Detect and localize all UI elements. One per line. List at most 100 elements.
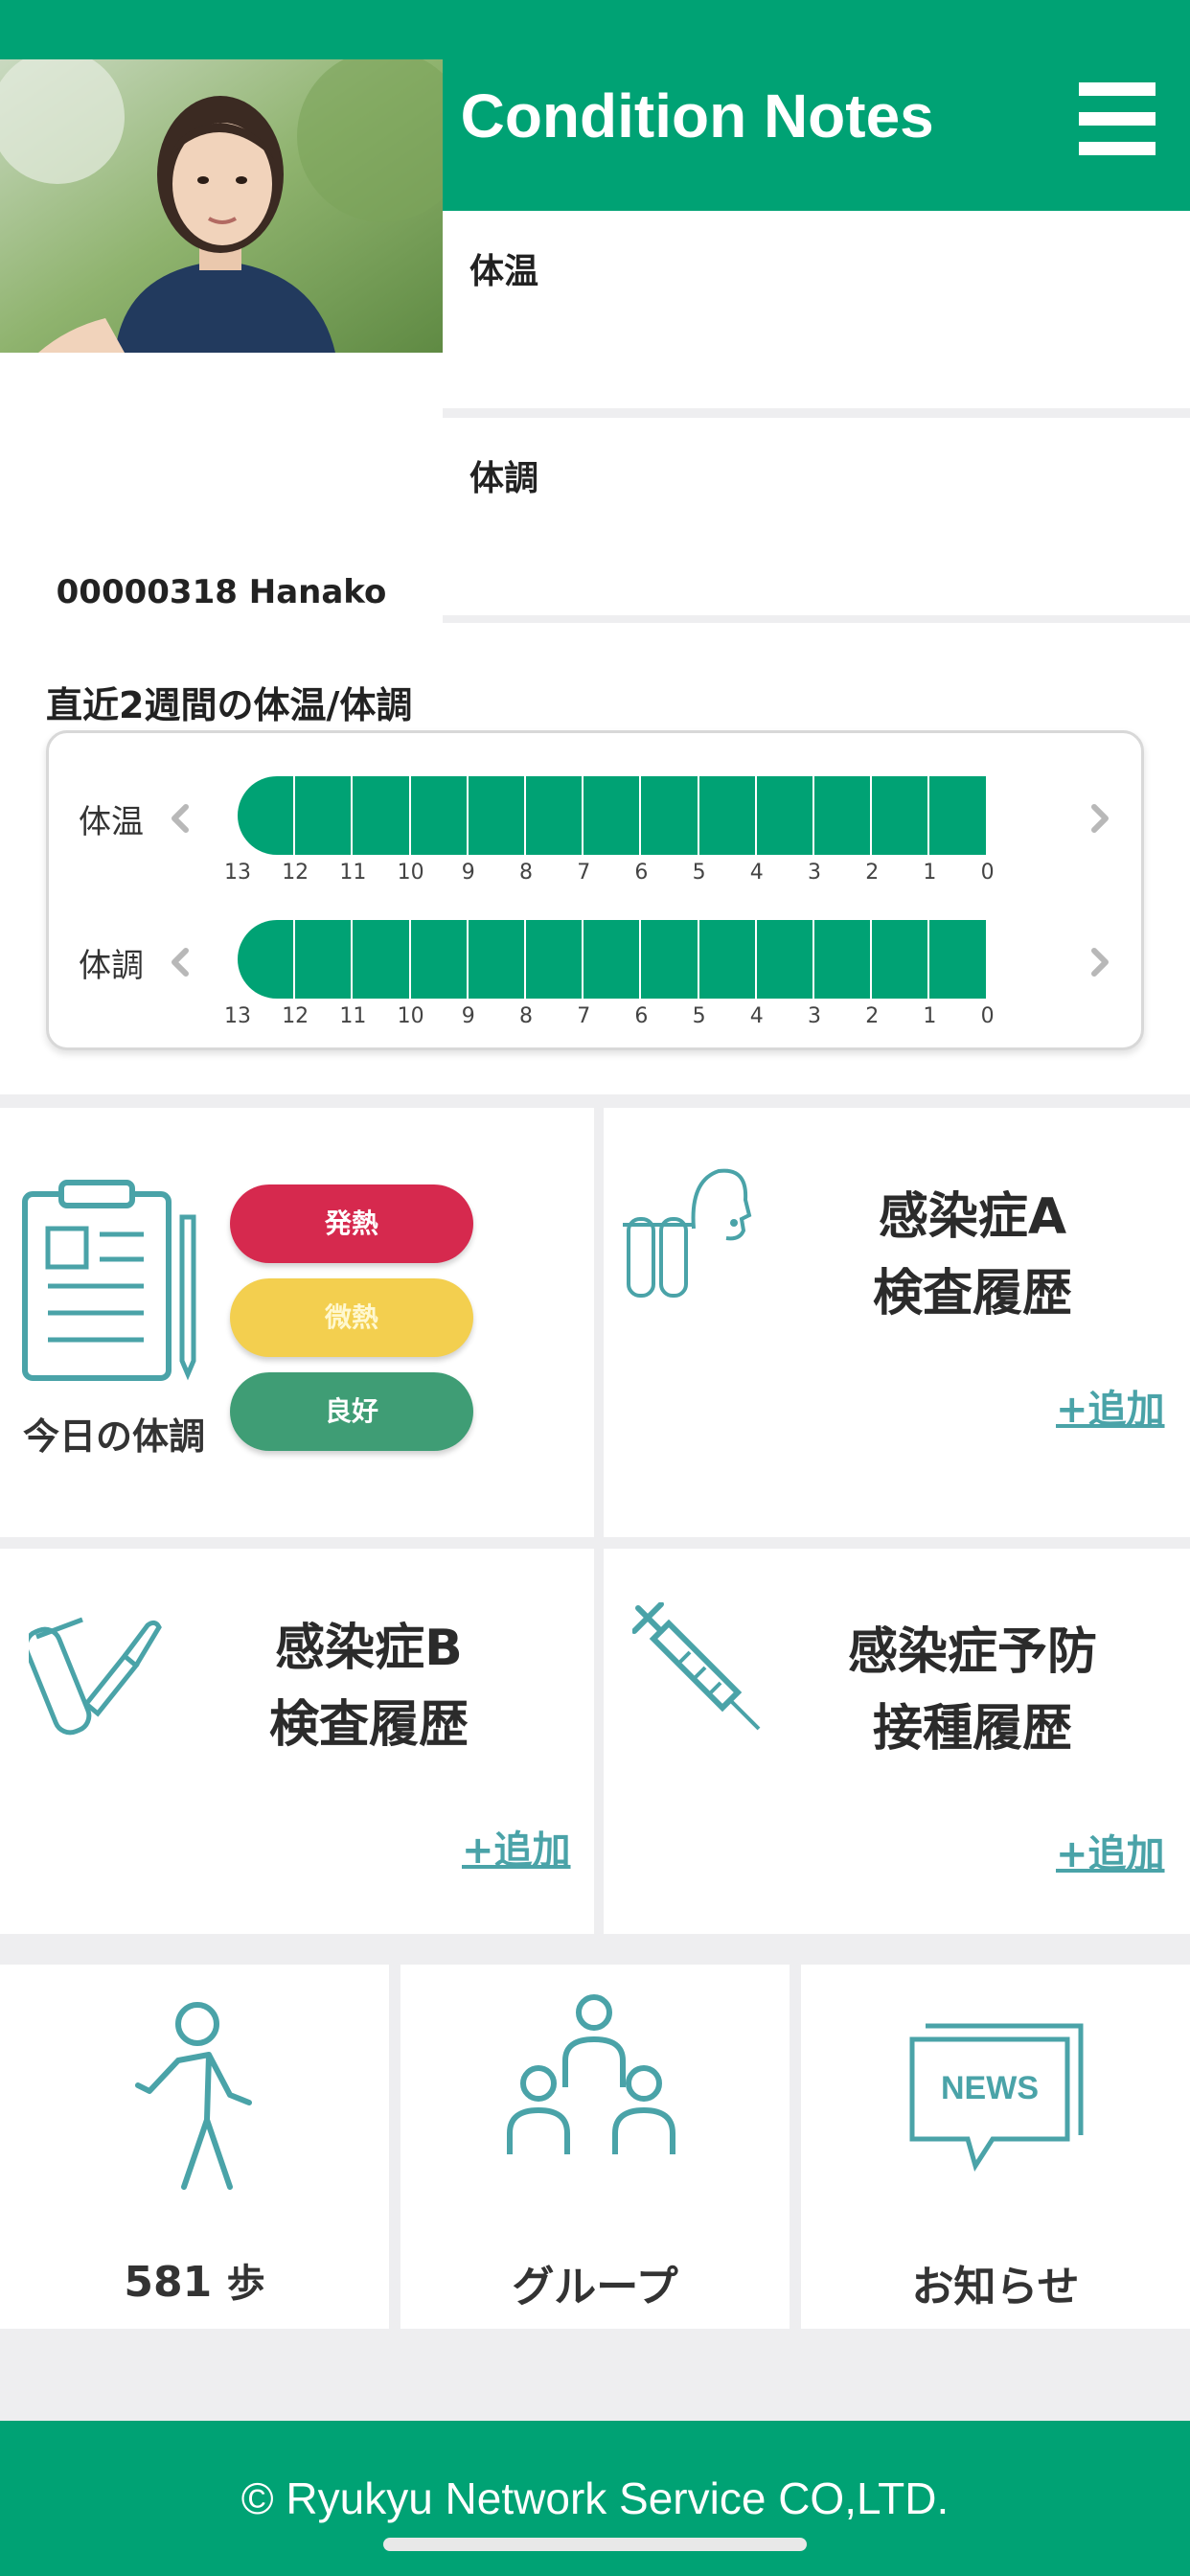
day-tick-label: 0 [980,861,995,885]
hamburger-menu-icon[interactable] [1079,82,1156,155]
day-bar-segment [872,776,928,855]
todays-condition-label: 今日の体調 [22,1415,205,1458]
day-tick-label: 5 [692,861,706,885]
day-bar-segment [468,920,524,999]
vaccination-title-line2: 接種履歴 [872,1700,1072,1758]
steps-count-label: 581 歩 [0,2252,389,2308]
day-tick-label: 3 [808,861,821,885]
day-tick-label: 7 [577,1004,591,1028]
good-option[interactable]: 良好 [230,1372,473,1451]
infection-b-add-link[interactable]: +追加 [462,1819,571,1874]
test-tube-face-icon [623,1162,757,1305]
day-bar-segment [584,776,640,855]
infection-a-title-line2: 検査履歴 [872,1265,1072,1322]
day-bar-segment [756,920,812,999]
summary-row-label-condition: 体調 [79,947,144,985]
walking-person-icon [130,1999,264,2200]
day-tick-label: 5 [692,1004,706,1028]
clipboard-icon [19,1179,201,1384]
day-tick-label: 6 [634,861,649,885]
infection-b-title-line2: 検査履歴 [268,1696,469,1754]
day-bar-segment [814,776,871,855]
day-tick-label: 9 [461,861,475,885]
day-tick-label: 2 [865,1004,880,1028]
test-tube-dropper-icon [29,1598,163,1742]
day-tick-label: 4 [749,1004,764,1028]
day-tick-label: 9 [461,1004,475,1028]
vaccination-title-line1: 感染症予防 [847,1623,1097,1681]
vaccination-add-link[interactable]: +追加 [1056,1823,1165,1878]
temperature-label: 体温 [469,252,539,291]
mild-fever-option[interactable]: 微熱 [230,1278,473,1357]
day-tick-label: 11 [339,861,367,885]
condition-label: 体調 [469,459,539,498]
temperature-box[interactable] [443,211,1190,408]
day-tick-label: 3 [808,1004,821,1028]
day-tick-label: 1 [923,861,937,885]
day-tick-label: 12 [282,1004,309,1028]
chevron-left-icon[interactable] [161,943,199,981]
tile-todays-condition[interactable]: 今日の体調 発熱 微熱 良好 [0,1108,594,1537]
news-icon: NEWS [906,2020,1088,2174]
day-tick-label: 8 [519,1004,533,1028]
day-tick-label: 8 [519,861,533,885]
summary-row-label-temperature: 体温 [79,803,144,841]
fever-option[interactable]: 発熱 [230,1184,473,1263]
day-bar-segment [468,776,524,855]
day-bar-segment [814,920,871,999]
day-bar-segment [353,920,409,999]
summary-title: 直近2週間の体温/体調 [46,684,413,726]
day-bar-segment [756,776,812,855]
news-badge-text: NEWS [941,2070,1039,2106]
chevron-right-icon[interactable] [1081,943,1119,981]
copyright-text: © Ryukyu Network Service CO,LTD. [240,2473,950,2523]
day-tick-label: 10 [397,861,424,885]
day-bar-segment [410,920,467,999]
day-tick-label: 10 [397,1004,424,1028]
day-tick-label: 1 [923,1004,937,1028]
day-tick-label: 13 [224,1004,251,1028]
profile-photo [0,59,443,353]
infection-a-add-link[interactable]: +追加 [1056,1378,1165,1434]
day-bar-segment [353,776,409,855]
day-bar-segment [295,776,352,855]
tile-infection-a-history[interactable]: 感染症A 検査履歴 +追加 [604,1108,1190,1537]
syringe-icon [632,1602,767,1746]
infection-a-title-line1: 感染症A [878,1188,1067,1246]
condition-box[interactable] [443,418,1190,615]
chevron-right-icon[interactable] [1081,799,1119,838]
day-tick-label: 4 [749,861,764,885]
day-bar-segment [410,776,467,855]
day-bar-segment [929,776,986,855]
steps-count: 581 [124,2258,213,2307]
day-bar-segment [641,920,698,999]
tile-infection-b-history[interactable]: 感染症B 検査履歴 +追加 [0,1549,594,1934]
infection-b-title-line1: 感染症B [275,1620,463,1677]
steps-unit: 歩 [226,2262,265,2306]
day-bar-segment [526,776,583,855]
news-label: お知らせ [911,2263,1080,2312]
day-tick-label: 2 [865,861,880,885]
day-tick-label: 13 [224,861,251,885]
day-bar-segment [698,920,755,999]
day-tick-label: 7 [577,861,591,885]
day-tick-label: 6 [634,1004,649,1028]
tile-group[interactable]: グループ [400,1965,790,2329]
day-bar-segment [584,920,640,999]
tile-vaccination-history[interactable]: 感染症予防 接種履歴 +追加 [604,1549,1190,1934]
day-bar-segment [929,920,986,999]
home-indicator [383,2538,807,2551]
group-label: グループ [512,2263,678,2312]
day-bar-segment [526,920,583,999]
user-id-name: 00000318 Hanako [56,573,387,611]
group-people-icon [502,1991,684,2164]
tile-news[interactable]: NEWS お知らせ [801,1965,1190,2329]
tile-steps[interactable]: 581 歩 [0,1965,389,2329]
day-bar-segment [641,776,698,855]
chevron-left-icon[interactable] [161,799,199,838]
day-bar-segment [698,776,755,855]
day-tick-label: 11 [339,1004,367,1028]
day-tick-label: 0 [980,1004,995,1028]
day-tick-label: 12 [282,861,309,885]
day-bar-segment [295,920,352,999]
